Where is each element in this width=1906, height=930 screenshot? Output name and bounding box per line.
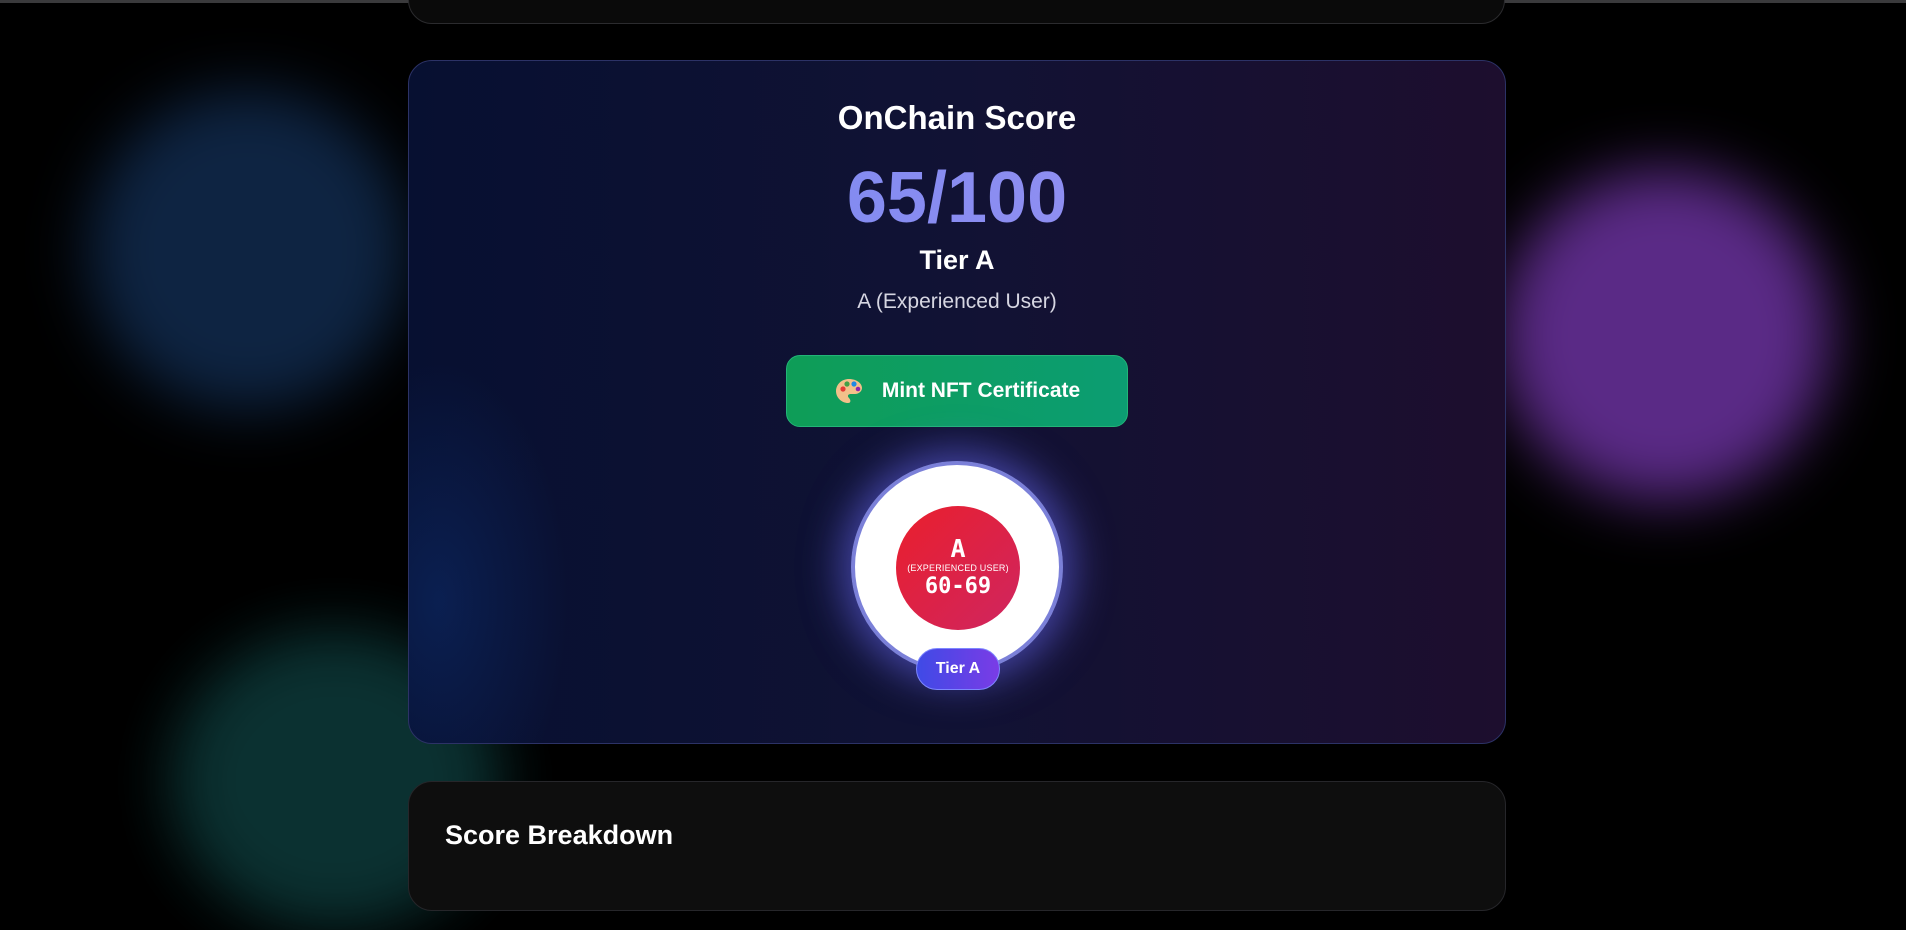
tier-pill: Tier A	[916, 648, 1000, 690]
tier-description: A (Experienced User)	[857, 290, 1057, 313]
badge-subtitle: (EXPERIENCED USER)	[907, 563, 1009, 573]
mint-nft-certificate-button[interactable]: Mint NFT Certificate	[786, 355, 1128, 427]
background-blob-purple	[1500, 170, 1830, 500]
mint-button-label: Mint NFT Certificate	[881, 379, 1081, 402]
previous-card	[408, 0, 1505, 24]
onchain-score-card: OnChain Score 65/100 Tier A A (Experienc…	[408, 60, 1506, 744]
score-value: 65/100	[409, 157, 1505, 239]
nft-badge: A (EXPERIENCED USER) 60-69	[896, 506, 1020, 630]
background-blob-blue	[88, 90, 408, 410]
score-breakdown-card: Score Breakdown	[408, 781, 1506, 911]
badge-letter: A	[950, 534, 966, 563]
tier-label: Tier A	[919, 245, 995, 275]
badge-range: 60-69	[924, 574, 992, 599]
palette-icon	[835, 379, 862, 403]
score-card-title: OnChain Score	[837, 99, 1077, 136]
score-breakdown-title: Score Breakdown	[445, 820, 674, 850]
